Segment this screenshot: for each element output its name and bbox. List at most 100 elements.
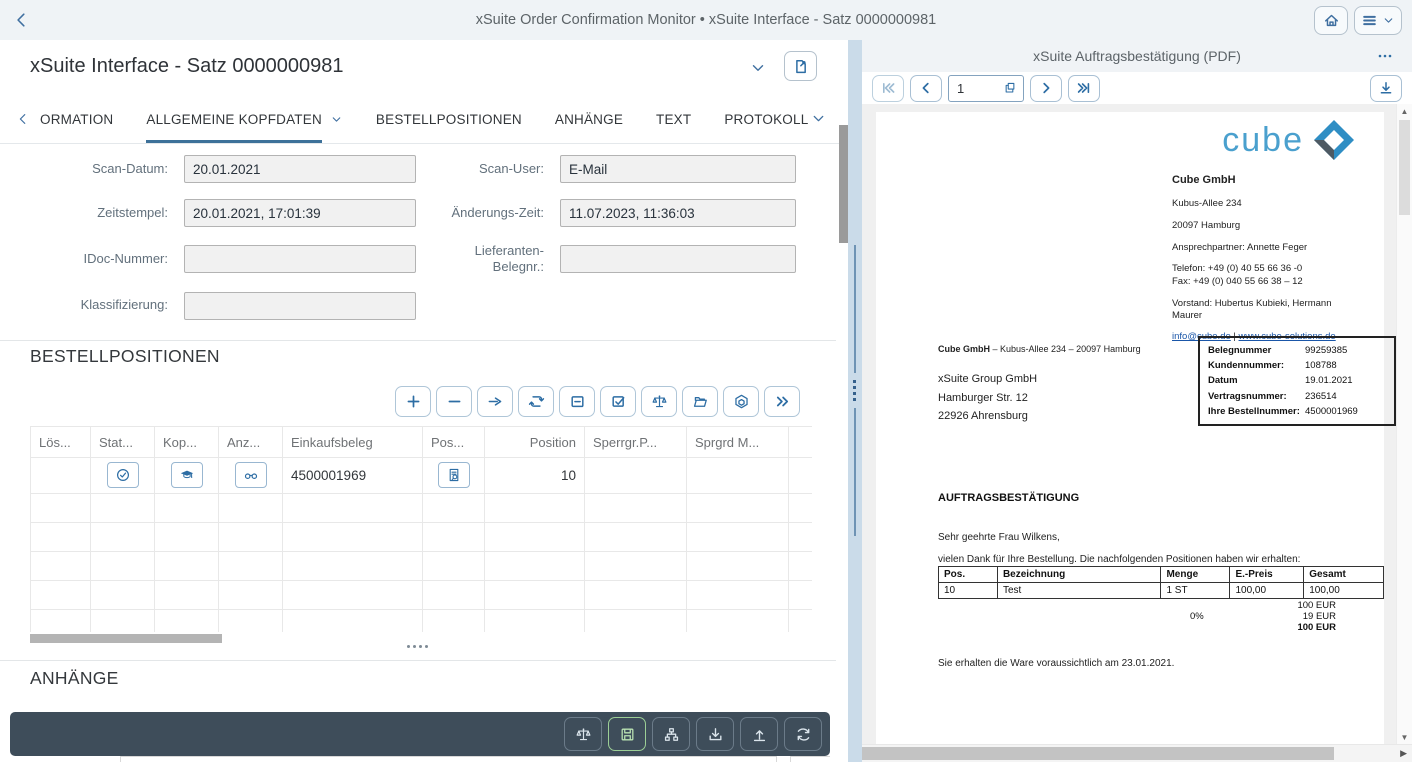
download-attachment-button[interactable] <box>696 717 734 751</box>
table-horizontal-scrollbar[interactable] <box>30 632 812 645</box>
scrollbar-thumb[interactable] <box>30 634 222 643</box>
balance-button[interactable] <box>564 717 602 751</box>
accept-button[interactable] <box>600 386 636 417</box>
company-street: Kubus-Allee 234 <box>1172 198 1377 210</box>
position-detail-button[interactable] <box>438 462 470 488</box>
last-page-button[interactable] <box>1068 75 1100 102</box>
pin-header-button[interactable] <box>784 51 817 81</box>
pdf-panel: xSuite Auftragsbestätigung (PDF) cube <box>862 40 1412 762</box>
company-phone: Telefon: +49 (0) 40 55 66 36 -0 <box>1172 263 1377 275</box>
tab-protokoll[interactable]: PROTOKOLL <box>724 95 808 143</box>
copy-pages-icon <box>1003 81 1017 95</box>
page-number-box[interactable] <box>948 75 1024 102</box>
glasses-icon <box>243 467 259 483</box>
sync-icon <box>795 726 812 743</box>
pdf-vertical-scrollbar[interactable]: ▲ ▼ <box>1396 104 1412 745</box>
next-page-button[interactable] <box>1030 75 1062 102</box>
forward-all-button[interactable] <box>764 386 800 417</box>
product-button[interactable] <box>723 386 759 417</box>
col-header[interactable]: Sprgrd M... <box>687 427 789 458</box>
tab-anhaenge[interactable]: ANHÄNGE <box>555 95 623 143</box>
shell-title: xSuite Order Confirmation Monitor • xSui… <box>0 12 1412 28</box>
overflow-button[interactable] <box>1370 48 1400 67</box>
scroll-up-arrow[interactable]: ▲ <box>1397 107 1412 116</box>
prev-page-button[interactable] <box>910 75 942 102</box>
tab-bestellpositionen[interactable]: BESTELLPOSITIONEN <box>376 95 522 143</box>
splitter-grip[interactable] <box>853 380 856 401</box>
remove-button[interactable] <box>436 386 472 417</box>
table-row[interactable]: 4500001969 10 <box>30 457 812 494</box>
scrollbar-thumb[interactable] <box>862 747 1334 760</box>
pdf-panel-header: xSuite Auftragsbestätigung (PDF) <box>862 40 1412 73</box>
org-chart-icon <box>663 726 680 743</box>
hierarchy-button[interactable] <box>652 717 690 751</box>
collapse-item-button[interactable] <box>559 386 595 417</box>
col-header[interactable]: Lös... <box>31 427 91 458</box>
company-fax: Fax: +49 (0) 040 55 66 38 – 12 <box>1172 276 1377 288</box>
tab-information[interactable]: ORMATION <box>40 95 113 143</box>
download-pdf-button[interactable] <box>1370 75 1402 102</box>
save-button[interactable] <box>608 717 646 751</box>
box-check-icon <box>610 393 627 410</box>
folder-button[interactable] <box>682 386 718 417</box>
tabs-overflow-button[interactable] <box>811 111 826 126</box>
menu-button[interactable] <box>1354 6 1402 35</box>
folder-icon <box>692 393 709 410</box>
add-button[interactable] <box>395 386 431 417</box>
section-resize-handle[interactable] <box>0 645 834 648</box>
col-header[interactable]: Kop... <box>155 427 219 458</box>
panel-splitter[interactable] <box>848 40 862 762</box>
status-button[interactable] <box>107 462 139 488</box>
scan-user-field: E-Mail <box>560 155 796 183</box>
field-label: Scan-User: <box>432 161 544 177</box>
col-header[interactable]: Einkaufsbeleg <box>283 427 423 458</box>
positions-table: Lös... Stat... Kop... Anz... Einkaufsbel… <box>30 426 812 639</box>
anzeigen-button[interactable] <box>235 462 267 488</box>
scrollbar-thumb[interactable] <box>1399 120 1410 215</box>
positions-section-title: BESTELLPOSITIONEN <box>30 346 220 367</box>
shell-actions <box>1314 6 1402 35</box>
pdf-horizontal-scrollbar[interactable]: ▶ <box>862 744 1412 762</box>
kopfdaten-button[interactable] <box>171 462 203 488</box>
document-info-box: Belegnummer99259385 Kundennummer:108788 … <box>1198 336 1396 426</box>
forward-button[interactable] <box>477 386 513 417</box>
col-header[interactable]: Anz... <box>219 427 283 458</box>
sync-button[interactable] <box>784 717 822 751</box>
document-search-icon <box>446 467 462 483</box>
col-header[interactable]: Position <box>485 427 585 458</box>
scroll-right-arrow[interactable]: ▶ <box>1400 748 1407 759</box>
first-page-button[interactable] <box>872 75 904 102</box>
table-row-empty <box>30 552 812 581</box>
panel-scrollbar-thumb[interactable] <box>839 125 848 243</box>
home-button[interactable] <box>1314 6 1348 35</box>
tabs-scroll-left-button[interactable] <box>0 95 40 143</box>
graduation-cap-icon <box>179 467 195 483</box>
refresh-icon <box>528 393 545 410</box>
page-number-input[interactable] <box>955 80 981 97</box>
scales-icon <box>575 726 592 743</box>
col-header[interactable]: Pos... <box>423 427 485 458</box>
col-header[interactable]: Sperrgr.P... <box>585 427 687 458</box>
table-row-empty <box>30 581 812 610</box>
cube-diamond-icon <box>1312 118 1356 162</box>
lieferanten-belegnr-field <box>560 245 796 273</box>
delivery-note: Sie erhalten die Ware voraussichtlich am… <box>938 658 1174 669</box>
collapse-header-button[interactable] <box>750 60 766 76</box>
tab-text[interactable]: TEXT <box>656 95 691 143</box>
scroll-down-arrow[interactable]: ▼ <box>1397 733 1412 742</box>
tab-allgemeine-kopfdaten[interactable]: ALLGEMEINE KOPFDATEN <box>146 95 343 143</box>
pdf-toolbar <box>862 72 1412 104</box>
company-board: Vorstand: Hubertus Kubieki, Hermann Maur… <box>1172 298 1362 322</box>
net-total: 100 EUR <box>938 601 1336 612</box>
overflow-dots-icon <box>1376 49 1394 63</box>
totals-block: 100 EUR 0%19 EUR 100 EUR <box>938 601 1336 634</box>
sender-line: Cube GmbH – Kubus-Allee 234 – 20097 Hamb… <box>938 344 1141 354</box>
upload-attachment-button[interactable] <box>740 717 778 751</box>
company-name: Cube GmbH <box>1172 174 1377 188</box>
balance-button[interactable] <box>641 386 677 417</box>
col-header[interactable]: Stat... <box>91 427 155 458</box>
pdf-page: cube Cube GmbH Kubus-Allee 234 20097 Ham… <box>876 112 1384 745</box>
refresh-button[interactable] <box>518 386 554 417</box>
gross-total: 100 EUR <box>938 623 1336 634</box>
field-label: Lieferanten-Belegnr.: <box>432 243 544 276</box>
